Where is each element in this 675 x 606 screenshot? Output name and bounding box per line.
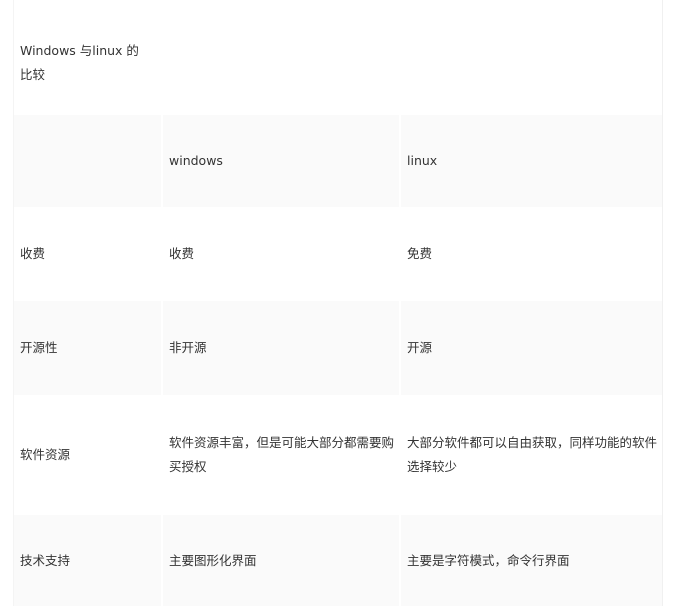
- row-feature-cell: 收费: [14, 207, 161, 301]
- header-cell-feature: [14, 115, 161, 207]
- row-feature-cell: 软件资源: [14, 395, 161, 515]
- row-linux-cell: 大部分软件都可以自由获取，同样功能的软件选择较少: [401, 395, 662, 515]
- row-linux-cell: 主要是字符模式，命令行界面: [401, 515, 662, 606]
- table-title-empty-cell: [163, 0, 399, 115]
- table-row: 开源性 非开源 开源: [14, 301, 662, 395]
- table-title: Windows 与linux 的比较: [20, 42, 139, 82]
- table-title-row: Windows 与linux 的比较: [14, 0, 662, 115]
- row-windows-cell: 收费: [163, 207, 399, 301]
- table-row: 收费 收费 免费: [14, 207, 662, 301]
- row-feature-cell: 技术支持: [14, 515, 161, 606]
- row-linux-cell: 免费: [401, 207, 662, 301]
- row-feature-cell: 开源性: [14, 301, 161, 395]
- table-header-row: windows linux: [14, 115, 662, 207]
- table-row: 软件资源 软件资源丰富，但是可能大部分都需要购买授权 大部分软件都可以自由获取，…: [14, 395, 662, 515]
- comparison-table: Windows 与linux 的比较 windows linux 收费 收费 免…: [14, 0, 662, 606]
- row-linux-cell: 开源: [401, 301, 662, 395]
- table-title-cell: Windows 与linux 的比较: [14, 0, 161, 115]
- table-row: 技术支持 主要图形化界面 主要是字符模式，命令行界面: [14, 515, 662, 606]
- row-windows-cell: 主要图形化界面: [163, 515, 399, 606]
- row-windows-cell: 非开源: [163, 301, 399, 395]
- header-cell-windows: windows: [163, 115, 399, 207]
- header-cell-linux: linux: [401, 115, 662, 207]
- row-windows-cell: 软件资源丰富，但是可能大部分都需要购买授权: [163, 395, 399, 515]
- comparison-table-container: Windows 与linux 的比较 windows linux 收费 收费 免…: [13, 0, 663, 606]
- table-title-empty-cell: [401, 0, 662, 115]
